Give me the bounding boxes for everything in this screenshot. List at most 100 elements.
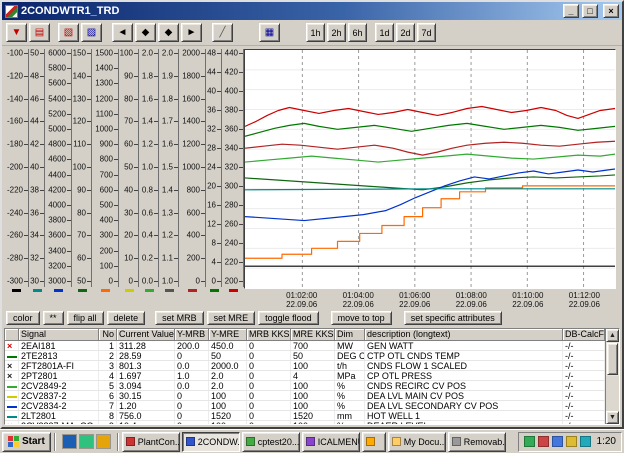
row-swatch-cell[interactable] [5, 391, 19, 400]
row-swatch-cell[interactable]: × [5, 421, 19, 424]
time-range-button-6h[interactable]: 6h [348, 23, 367, 42]
time-range-button-1h[interactable]: 1h [306, 23, 325, 42]
maximize-button[interactable]: □ [582, 4, 598, 18]
scroll-up-button[interactable]: ▲ [606, 329, 619, 342]
row-swatch-cell[interactable] [5, 351, 19, 360]
trend-curve-2FT2801A-FI[interactable] [245, 141, 615, 155]
tray-icon-4[interactable] [566, 436, 577, 447]
scroll-down-button[interactable]: ▼ [606, 411, 619, 424]
quicklaunch-icon-2[interactable] [79, 434, 94, 449]
quicklaunch-icon-1[interactable] [62, 434, 77, 449]
time-range-button-7d[interactable]: 7d [417, 23, 436, 42]
close-button[interactable]: × [603, 4, 619, 18]
minimize-button[interactable]: _ [563, 4, 579, 18]
axis-tick-mark [154, 121, 158, 122]
action-button-flip-all[interactable]: flip all [67, 311, 104, 325]
marker-left-button[interactable]: ◆ [135, 23, 156, 42]
header-db-calcf[interactable]: DB-CalcF [563, 329, 605, 341]
action-button-set-specific-attributes[interactable]: set specific attributes [404, 311, 502, 325]
marker-right-button[interactable]: ◆ [158, 23, 179, 42]
scrollbar-thumb[interactable] [607, 343, 618, 375]
titlebar[interactable]: 2CONDWTR1_TRD _ □ × [2, 2, 622, 20]
task-button-2condw[interactable]: 2CONDW... [182, 432, 240, 452]
action-button-set-mre[interactable]: set MRE [207, 311, 256, 325]
row-swatch-cell[interactable] [5, 381, 19, 390]
header-y-mre[interactable]: Y-MRE [209, 329, 247, 341]
task-button-plantcon[interactable]: PlantCon... [122, 432, 180, 452]
header-mrb-kks[interactable]: MRB KKS [247, 329, 291, 341]
tray-icon-1[interactable] [524, 436, 535, 447]
trend-filter-button[interactable]: ▼ [6, 23, 27, 42]
row-swatch-cell[interactable]: × [5, 361, 19, 370]
trend-curve-2CV2837-2[interactable] [245, 186, 615, 258]
grid-red-button[interactable]: ▧ [58, 23, 79, 42]
time-range-button-2h[interactable]: 2h [327, 23, 346, 42]
task-button-5[interactable] [362, 432, 386, 452]
grid-blue-button[interactable]: ▨ [81, 23, 102, 42]
tray-icon-3[interactable] [552, 436, 563, 447]
row-swatch-cell[interactable] [5, 411, 19, 420]
start-button[interactable]: Start [2, 432, 51, 452]
header-no[interactable]: No [99, 329, 117, 341]
header-mre-kks[interactable]: MRE KKS [291, 329, 335, 341]
action-button-delete[interactable]: delete [107, 311, 146, 325]
y-axis-scale-5[interactable]: 1500140013001200110010009008007006005004… [92, 49, 119, 309]
header-current-value[interactable]: Current Value [117, 329, 175, 341]
tray-icon-5[interactable] [580, 436, 591, 447]
header-y-mrb[interactable]: Y-MRB [175, 329, 209, 341]
table-row-2CV2837-2[interactable]: 2CV2837-2630.1501000100%DEA LVL MAIN CV … [5, 391, 605, 401]
header-swatch[interactable] [5, 329, 19, 341]
row-swatch-cell[interactable]: × [5, 341, 19, 350]
task-button-icalmenu[interactable]: ICALMENU [302, 432, 360, 452]
task-button-removab[interactable]: Removab... [448, 432, 506, 452]
trend-curve-2CV2834-2[interactable] [245, 169, 615, 221]
scroll-far-left-button[interactable]: ◄ [112, 23, 133, 42]
y-axis-scale-3[interactable]: 6000580056005400520050004800460044004200… [45, 49, 72, 309]
trend-curve-2LT2801[interactable] [245, 189, 615, 190]
y-axis-scale-4[interactable]: 1501401301201101009080706050 [72, 49, 92, 309]
value-panel-button[interactable]: ▤ [29, 23, 50, 42]
action-button-set-mrb[interactable]: set MRB [155, 311, 204, 325]
tray-icon-2[interactable] [538, 436, 549, 447]
time-range-button-2d[interactable]: 2d [396, 23, 415, 42]
action-button-misc[interactable]: ** [43, 311, 64, 325]
row-swatch-cell[interactable]: × [5, 371, 19, 380]
y-axis-scale-1[interactable]: -100-120-140-160-180-200-220-240-260-280… [4, 49, 29, 309]
scale-signal-marker [145, 289, 154, 292]
trend-curve-2PT2801[interactable] [245, 154, 615, 162]
table-row-2CV2837-MA_CO[interactable]: ×2CV2837-MA_CO910.401000100%DEAER LEVEL-… [5, 421, 605, 424]
table-row-2CV2849-2[interactable]: 2CV2849-253.0940.02.00100%CNDS RECIRC CV… [5, 381, 605, 391]
time-range-button-1d[interactable]: 1d [375, 23, 394, 42]
y-axis-scale-10[interactable]: 48444036322824201612840 [206, 49, 222, 309]
header-signal[interactable]: Signal [19, 329, 99, 341]
y-axis-scale-8[interactable]: 2.01.91.81.71.61.51.41.31.21.11.0 [159, 49, 179, 309]
table-row-2CV2834-2[interactable]: 2CV2834-271.2001000100%DEA LVL SECONDARY… [5, 401, 605, 411]
time-range-group: 1h2h6h 1d2d7d [306, 23, 436, 42]
table-row-2TE2813[interactable]: 2TE2813228.59050050DEG CCTP OTL CNDS TEM… [5, 351, 605, 361]
scroll-far-right-button[interactable]: ► [181, 23, 202, 42]
table-row-2LT2801[interactable]: 2LT28018756.00152001520mmHOT WELL 1-/- [5, 411, 605, 421]
table-row-2FT2801A-FI[interactable]: ×2FT2801A-FI3801.30.02000.00100t/hCNDS F… [5, 361, 605, 371]
trend-curve-2CV2849-2[interactable] [245, 175, 615, 190]
trend-plot[interactable] [244, 49, 616, 289]
header-dim[interactable]: Dim [335, 329, 365, 341]
y-axis-scale-11[interactable]: 440420400380360340320300280260240220200 [222, 49, 244, 309]
action-button-color[interactable]: color [6, 311, 40, 325]
task-button-cptest20[interactable]: cptest20... [242, 432, 300, 452]
table-row-2EAI181[interactable]: ×2EAI1811311.28200.0450.00700MWGEN WATT-… [5, 341, 605, 351]
ruler-button[interactable]: ╱ [212, 23, 233, 42]
y-axis-scale-6[interactable]: 1009080706050403020100 [119, 49, 139, 309]
y-axis-scale-9[interactable]: 2000180016001400120010008006004002000 [179, 49, 206, 309]
y-axis-scale-7[interactable]: 2.01.81.61.41.21.00.80.60.40.20.0 [139, 49, 159, 309]
table-row-2PT2801[interactable]: ×2PT280141.6971.02.004MPaCP OTL PRESS-/- [5, 371, 605, 381]
table-scrollbar[interactable]: ▲ ▼ [605, 329, 619, 424]
y-axis-scale-2[interactable]: 5048464442403836343230 [29, 49, 45, 309]
header-description-longtext-[interactable]: description (longtext) [365, 329, 563, 341]
quicklaunch-icon-3[interactable] [96, 434, 111, 449]
action-button-move-to-top[interactable]: move to top [331, 311, 392, 325]
action-button-toggle-flood[interactable]: toggle flood [258, 311, 319, 325]
task-button-my-docu[interactable]: My Docu... [388, 432, 446, 452]
curve-table-button[interactable]: ▦ [259, 23, 280, 42]
scrollbar-track[interactable] [606, 376, 619, 411]
row-swatch-cell[interactable] [5, 401, 19, 410]
